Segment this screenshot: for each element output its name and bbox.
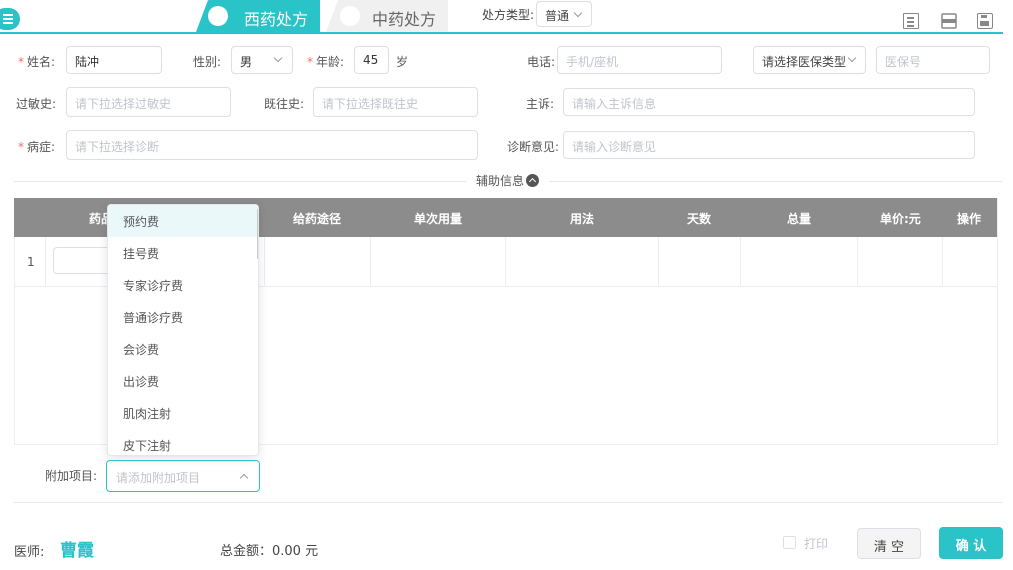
column-divider <box>942 237 943 286</box>
chevron-up-icon <box>526 174 540 187</box>
opinion-field[interactable]: 请输入诊断意见 <box>563 131 975 159</box>
complaint-label: 主诉: <box>526 97 555 111</box>
name-label: * 姓名: <box>18 55 56 69</box>
extra-items-select[interactable]: 请添加附加项目 <box>106 460 260 492</box>
row-index: 1 <box>27 255 35 269</box>
chevron-down-icon <box>273 53 283 63</box>
chevron-down-icon <box>573 8 583 18</box>
gender-select[interactable]: 男 <box>231 46 293 74</box>
phone-field[interactable]: 手机/座机 <box>557 46 722 74</box>
footer-divider <box>14 502 1002 503</box>
tab-western-rx[interactable]: 西药处方 <box>196 0 320 32</box>
tab-radio-icon <box>208 6 228 26</box>
age-label: * 年龄: <box>307 55 345 69</box>
confirm-button[interactable]: 确 认 <box>939 527 1003 559</box>
insurance-type-select[interactable]: 请选择医保类型 <box>753 46 866 74</box>
doctor-label: 医师: <box>14 545 45 560</box>
column-header: 单次用量 <box>414 212 463 226</box>
column-header: 用法 <box>570 212 595 226</box>
doctor-name: 曹霞 <box>60 541 94 561</box>
dropdown-scrollbar[interactable] <box>257 209 258 259</box>
dropdown-option[interactable]: 专家诊疗费 <box>108 269 258 301</box>
print-icon[interactable] <box>941 13 957 29</box>
tab-label: 西药处方 <box>244 10 309 29</box>
aux-info-toggle[interactable]: 辅助信息 <box>466 172 550 189</box>
rx-type-select[interactable]: 普通 <box>536 1 592 27</box>
allergy-label: 过敏史: <box>16 97 57 111</box>
disease-select[interactable]: 请下拉选择诊断 <box>66 130 478 160</box>
dropdown-option[interactable]: 普通诊疗费 <box>108 301 258 333</box>
gender-label: 性别: <box>193 55 222 69</box>
chevron-down-icon <box>847 53 857 63</box>
column-header: 总量 <box>787 212 812 226</box>
complaint-field[interactable]: 请输入主诉信息 <box>563 88 975 116</box>
save-icon[interactable] <box>977 13 993 29</box>
allergy-select[interactable]: 请下拉选择过敏史 <box>66 87 231 117</box>
print-label: 打印 <box>804 537 829 551</box>
dropdown-option[interactable]: 出诊费 <box>108 365 258 397</box>
age-unit: 岁 <box>396 55 409 69</box>
insurance-number-field[interactable]: 医保号 <box>876 46 990 74</box>
header-divider <box>0 32 1003 34</box>
total-amount: 总金额：0.00 元 <box>220 544 319 559</box>
extra-items-dropdown[interactable]: 预约费 挂号费 专家诊疗费 普通诊疗费 会诊费 出诊费 肌肉注射 皮下注射 <box>107 204 259 456</box>
column-header: 单价:元 <box>880 212 921 226</box>
drug-input[interactable] <box>53 247 113 274</box>
dropdown-option[interactable]: 肌肉注射 <box>108 397 258 429</box>
column-divider <box>658 237 659 286</box>
tab-label: 中药处方 <box>372 10 437 29</box>
opinion-label: 诊断意见: <box>507 140 560 154</box>
rx-type-label: 处方类型: <box>482 8 535 22</box>
disease-label: * 病症: <box>18 140 56 154</box>
tab-chinese-rx[interactable]: 中药处方 <box>326 0 448 32</box>
clear-button[interactable]: 清 空 <box>857 528 921 559</box>
column-header: 给药途径 <box>293 212 342 226</box>
dropdown-option[interactable]: 挂号费 <box>108 237 258 269</box>
column-divider <box>740 237 741 286</box>
list-icon[interactable] <box>903 13 919 29</box>
tab-radio-icon <box>340 6 360 26</box>
chevron-up-icon <box>239 473 249 483</box>
column-divider <box>505 237 506 286</box>
column-divider <box>45 237 46 286</box>
aux-info-label: 辅助信息 <box>476 174 525 188</box>
column-header: 操作 <box>957 212 982 226</box>
column-divider <box>370 237 371 286</box>
column-divider <box>857 237 858 286</box>
name-field[interactable]: 陆冲 <box>66 46 162 74</box>
phone-label: 电话: <box>527 55 556 69</box>
age-field[interactable]: 45 <box>354 46 389 74</box>
menu-icon[interactable] <box>0 8 20 30</box>
history-label: 既往史: <box>264 97 305 111</box>
column-divider <box>264 237 265 286</box>
extra-items-label: 附加项目: <box>45 469 98 483</box>
rx-type-value: 普通 <box>545 9 570 23</box>
dropdown-option[interactable]: 会诊费 <box>108 333 258 365</box>
column-header: 天数 <box>687 212 712 226</box>
dropdown-option[interactable]: 皮下注射 <box>108 429 258 455</box>
print-checkbox[interactable] <box>783 536 796 549</box>
dropdown-option[interactable]: 预约费 <box>108 205 258 237</box>
history-select[interactable]: 请下拉选择既往史 <box>313 87 478 117</box>
